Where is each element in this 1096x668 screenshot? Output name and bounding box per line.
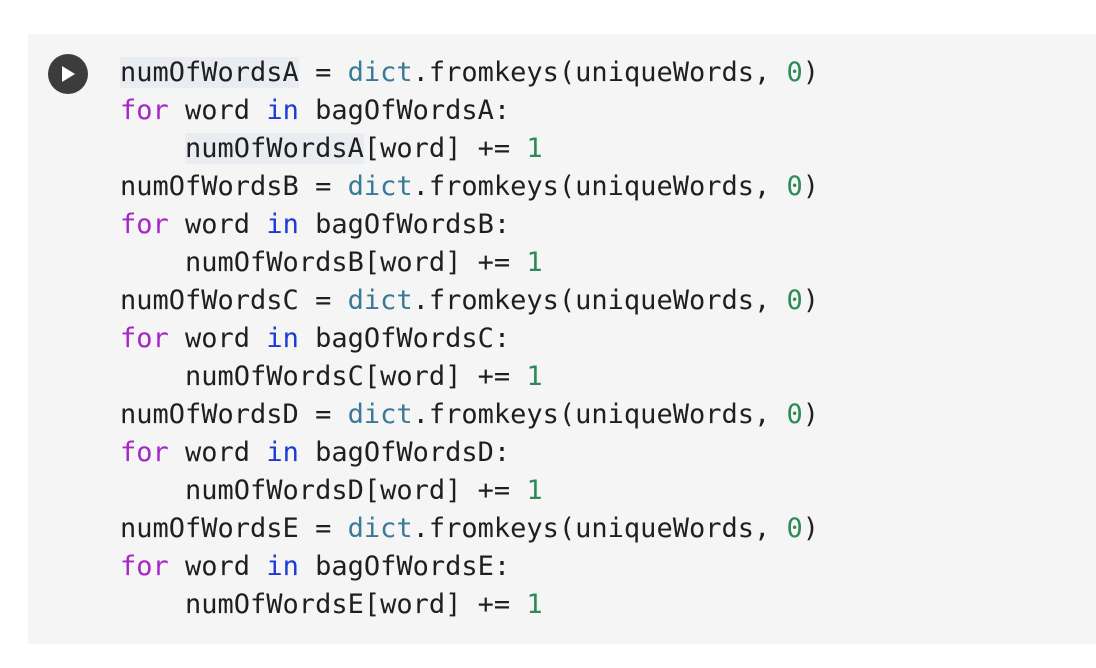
code-number: 0 — [786, 57, 803, 88]
code-number: 0 — [786, 513, 803, 544]
code-text: ) — [802, 513, 820, 544]
code-line: for word in bagOfWordsB: — [120, 206, 819, 244]
code-number: 0 — [786, 285, 803, 316]
code-number: 1 — [526, 589, 543, 620]
code-number: 0 — [786, 399, 803, 430]
code-text: numOfWordsB = — [120, 171, 348, 202]
run-cell-button[interactable] — [48, 54, 88, 94]
code-text: numOfWordsC = — [120, 285, 348, 316]
code-keyword: in — [266, 323, 299, 354]
code-builtin: dict — [347, 513, 413, 544]
code-text: bagOfWordsC: — [298, 323, 511, 354]
code-text: numOfWordsB[word] += — [120, 247, 527, 278]
code-builtin: dict — [347, 285, 413, 316]
code-number: 1 — [526, 247, 543, 278]
code-line: for word in bagOfWordsC: — [120, 320, 819, 358]
code-keyword: for — [120, 437, 169, 468]
code-number: 1 — [526, 361, 543, 392]
code-text: word — [168, 209, 267, 240]
code-editor[interactable]: numOfWordsA = dict.fromkeys(uniqueWords,… — [120, 54, 819, 624]
code-text: bagOfWordsB: — [298, 209, 511, 240]
code-text: numOfWordsE[word] += — [120, 589, 527, 620]
code-keyword: in — [266, 437, 299, 468]
code-keyword: for — [120, 323, 169, 354]
code-line: numOfWordsA[word] += 1 — [120, 130, 819, 168]
code-text: .fromkeys(uniqueWords, — [412, 513, 787, 544]
code-text: = — [298, 57, 348, 88]
code-number: 1 — [526, 475, 543, 506]
code-line: numOfWordsB[word] += 1 — [120, 244, 819, 282]
code-builtin: dict — [347, 57, 413, 88]
code-line: numOfWordsA = dict.fromkeys(uniqueWords,… — [120, 54, 819, 92]
code-line: numOfWordsD[word] += 1 — [120, 472, 819, 510]
code-text: bagOfWordsD: — [298, 437, 511, 468]
code-line: numOfWordsC[word] += 1 — [120, 358, 819, 396]
code-text: ) — [802, 57, 820, 88]
code-line: for word in bagOfWordsA: — [120, 92, 819, 130]
code-keyword: in — [266, 209, 299, 240]
play-icon — [62, 66, 75, 82]
code-text: .fromkeys(uniqueWords, — [412, 171, 787, 202]
code-text: numOfWordsD = — [120, 399, 348, 430]
code-text: numOfWordsA — [120, 57, 299, 88]
code-text: word — [168, 323, 267, 354]
code-text: numOfWordsC[word] += — [120, 361, 527, 392]
code-text: word — [168, 437, 267, 468]
code-text: ) — [802, 171, 820, 202]
code-text: numOfWordsD[word] += — [120, 475, 527, 506]
code-text: word — [168, 95, 267, 126]
code-cell[interactable]: numOfWordsA = dict.fromkeys(uniqueWords,… — [28, 34, 1096, 644]
code-text: .fromkeys(uniqueWords, — [412, 57, 787, 88]
code-text: numOfWordsE = — [120, 513, 348, 544]
code-keyword: in — [266, 551, 299, 582]
code-text: ) — [802, 285, 820, 316]
code-text: word — [168, 551, 267, 582]
code-line: numOfWordsB = dict.fromkeys(uniqueWords,… — [120, 168, 819, 206]
code-line: numOfWordsC = dict.fromkeys(uniqueWords,… — [120, 282, 819, 320]
code-text: .fromkeys(uniqueWords, — [412, 399, 787, 430]
code-number: 0 — [786, 171, 803, 202]
code-text: bagOfWordsA: — [298, 95, 511, 126]
code-text: bagOfWordsE: — [298, 551, 511, 582]
code-line: for word in bagOfWordsE: — [120, 548, 819, 586]
code-text: [word] += — [363, 133, 527, 164]
code-keyword: for — [120, 95, 169, 126]
code-number: 1 — [526, 133, 543, 164]
code-text: numOfWordsA — [185, 133, 364, 164]
code-keyword: for — [120, 551, 169, 582]
code-line: for word in bagOfWordsD: — [120, 434, 819, 472]
code-text: ) — [802, 399, 820, 430]
code-text: .fromkeys(uniqueWords, — [412, 285, 787, 316]
code-keyword: for — [120, 209, 169, 240]
code-builtin: dict — [347, 171, 413, 202]
code-builtin: dict — [347, 399, 413, 430]
code-line: numOfWordsE[word] += 1 — [120, 586, 819, 624]
code-keyword: in — [266, 95, 299, 126]
code-line: numOfWordsE = dict.fromkeys(uniqueWords,… — [120, 510, 819, 548]
code-line: numOfWordsD = dict.fromkeys(uniqueWords,… — [120, 396, 819, 434]
